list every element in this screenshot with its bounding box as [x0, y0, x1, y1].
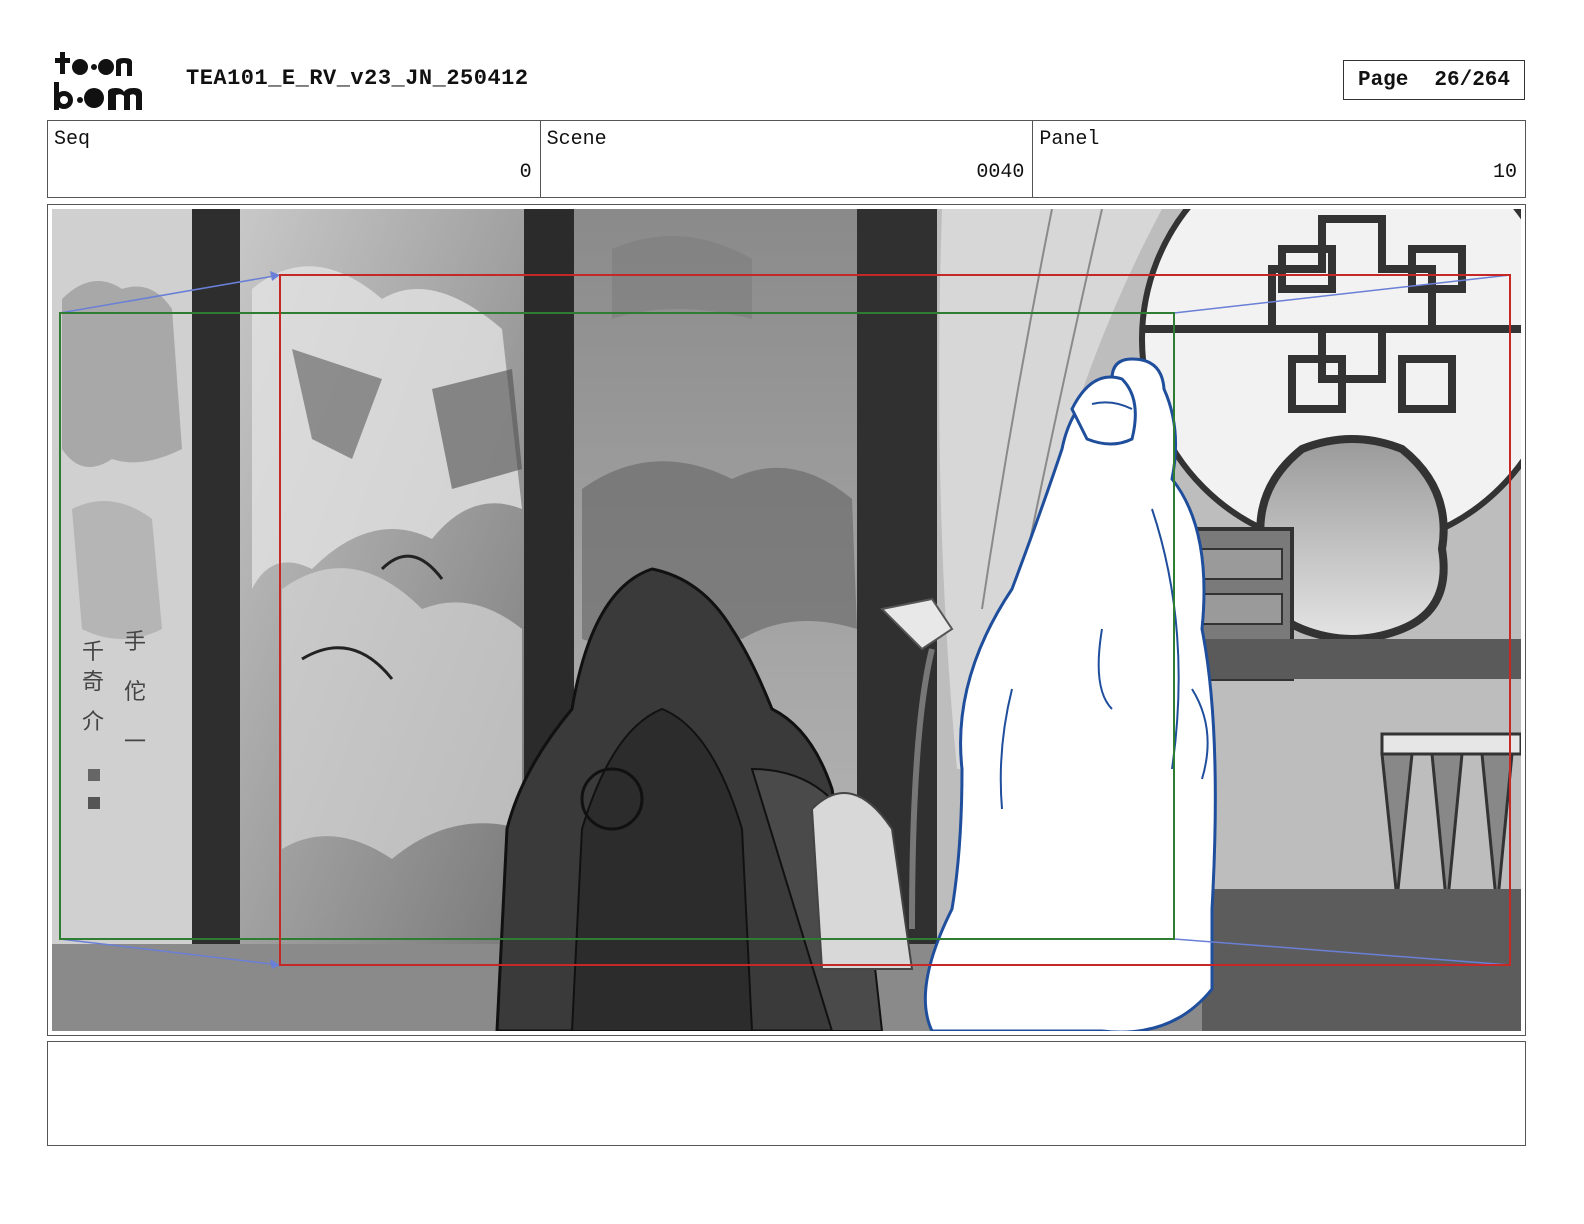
svg-text:手: 手 [124, 630, 146, 655]
panel-cell: Panel 10 [1033, 121, 1525, 197]
svg-text:介: 介 [82, 710, 104, 735]
panel-notes-box [47, 1041, 1526, 1146]
storyboard-panel: 千手 奇佗 介一 [47, 204, 1526, 1036]
panel-info-row: Seq 0 Scene 0040 Panel 10 [47, 120, 1526, 198]
panel-value: 10 [1493, 161, 1518, 184]
page-indicator: Page 26/264 [1343, 60, 1525, 100]
seq-value: 0 [519, 161, 532, 184]
page-label: Page [1357, 68, 1409, 92]
svg-text:佗: 佗 [124, 680, 146, 705]
scene-value: 0040 [976, 161, 1025, 184]
seq-cell: Seq 0 [48, 121, 541, 197]
page-number: 26/264 [1434, 68, 1511, 92]
panel-label: Panel [1039, 128, 1100, 151]
scene-cell: Scene 0040 [541, 121, 1034, 197]
toon-boom-logo [54, 52, 142, 110]
svg-text:千: 千 [82, 640, 104, 665]
seq-label: Seq [54, 128, 91, 151]
svg-text:一: 一 [124, 730, 146, 755]
scene-label: Scene [546, 128, 607, 151]
document-title: TEA101_E_RV_v23_JN_250412 [186, 66, 529, 91]
svg-text:奇: 奇 [82, 670, 104, 695]
panel-artwork: 千手 奇佗 介一 [52, 209, 1521, 1031]
